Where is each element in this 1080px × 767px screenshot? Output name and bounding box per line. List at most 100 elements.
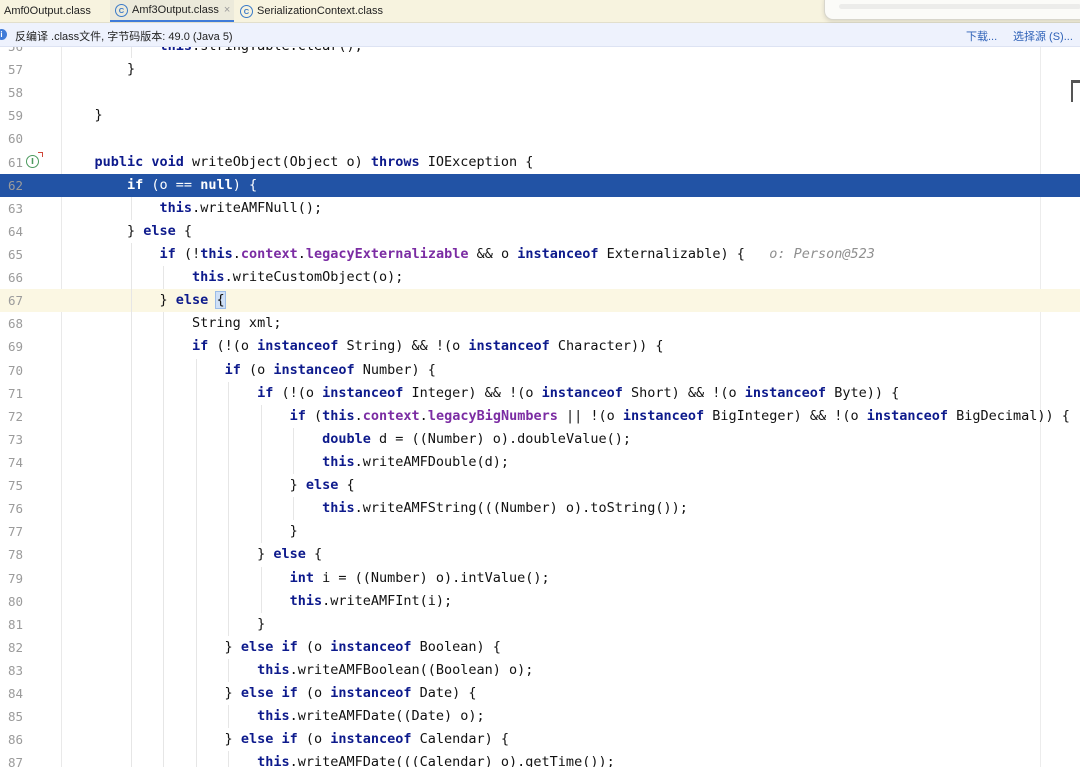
keyword-token: else if bbox=[240, 685, 298, 702]
editor-tab-bar: Amf0Output.class C Amf3Output.class × C … bbox=[0, 0, 1080, 23]
keyword-token: instanceof bbox=[468, 338, 550, 355]
code-line[interactable]: 75 } else { bbox=[0, 474, 1080, 498]
code-line[interactable]: 59 } bbox=[0, 104, 1080, 127]
line-number: 83 bbox=[7, 662, 23, 678]
code-text: String xml; bbox=[62, 312, 281, 335]
code-token: Byte)) { bbox=[826, 384, 900, 401]
code-line[interactable]: 66 this.writeCustomObject(o); bbox=[0, 266, 1080, 290]
code-line[interactable]: 70 if (o instanceof Number) { bbox=[0, 358, 1080, 382]
tab-serializationcontext[interactable]: C SerializationContext.class bbox=[236, 0, 396, 22]
code-line[interactable]: 76 this.writeAMFString(((Number) o).toSt… bbox=[0, 497, 1080, 521]
keyword-token: throws bbox=[370, 153, 420, 170]
code-token: || !(o bbox=[557, 407, 623, 424]
line-number: 64 bbox=[7, 223, 23, 239]
code-token: BigDecimal)) { bbox=[948, 407, 1070, 424]
code-line[interactable]: 63 this.writeAMFNull(); bbox=[0, 196, 1080, 220]
implements-method-icon[interactable]: I bbox=[26, 151, 43, 168]
code-line[interactable]: 86 } else if (o instanceof Calendar) { bbox=[0, 728, 1080, 752]
code-text: } bbox=[62, 104, 103, 127]
line-number: 60 bbox=[7, 131, 23, 147]
code-token: Boolean) { bbox=[411, 638, 501, 655]
keyword-token: this bbox=[159, 199, 193, 216]
code-token: { bbox=[175, 222, 193, 239]
code-token: Number) { bbox=[354, 361, 436, 378]
tab-label: Amf0Output.class bbox=[4, 5, 91, 17]
code-editor[interactable]: 56 this.stringTable.clear();57 }5859 } 60… bbox=[0, 47, 1080, 767]
code-line[interactable]: 57 } bbox=[0, 58, 1080, 81]
keyword-token: instanceof bbox=[622, 407, 705, 424]
keyword-token: this bbox=[322, 500, 355, 517]
code-token: d = ((Number) o).doubleValue(); bbox=[370, 430, 631, 447]
code-token: } bbox=[62, 61, 136, 78]
class-icon: C bbox=[115, 3, 128, 17]
line-number: 56 bbox=[0, 47, 23, 58]
code-text: this.writeCustomObject(o); bbox=[62, 266, 403, 289]
code-line[interactable]: 64 } else { bbox=[0, 220, 1080, 243]
code-line[interactable]: 74 this.writeAMFDouble(d); bbox=[0, 450, 1080, 475]
code-line[interactable]: 78 } else { bbox=[0, 543, 1080, 567]
close-icon[interactable]: × bbox=[224, 4, 230, 16]
code-token: } bbox=[62, 685, 241, 702]
code-line[interactable]: 87 this.writeAMFDate(((Calendar) o).getT… bbox=[0, 751, 1080, 767]
code-line[interactable]: 68 String xml; bbox=[0, 312, 1080, 336]
download-link[interactable]: 下载... bbox=[966, 28, 997, 44]
code-line[interactable]: 82 } else if (o instanceof Boolean) { bbox=[0, 635, 1080, 659]
tab-label: Amf3Output.class bbox=[132, 4, 219, 16]
keyword-token: instanceof bbox=[866, 407, 949, 424]
code-line[interactable]: 65 if (!this.context.legacyExternalizabl… bbox=[0, 242, 1080, 267]
code-token: .writeAMFDouble(d); bbox=[354, 453, 510, 470]
line-number: 73 bbox=[7, 431, 23, 447]
code-line[interactable]: 81 } bbox=[0, 612, 1080, 636]
code-line[interactable]: 58 bbox=[0, 81, 1080, 104]
choose-source-link[interactable]: 选择源 (S)... bbox=[1013, 28, 1073, 44]
code-line[interactable]: 56 this.stringTable.clear(); bbox=[0, 47, 1080, 59]
keyword-token: this bbox=[192, 269, 225, 286]
tab-amf0output[interactable]: Amf0Output.class bbox=[0, 0, 104, 22]
line-number: 67 bbox=[7, 293, 23, 309]
code-line[interactable]: 85 this.writeAMFDate((Date) o); bbox=[0, 705, 1080, 729]
code-line[interactable]: 71 if (!(o instanceof Integer) && !(o in… bbox=[0, 381, 1080, 405]
line-number: 68 bbox=[7, 316, 23, 332]
code-token: } bbox=[62, 477, 306, 494]
code-token: . bbox=[232, 245, 241, 262]
code-token: BigInteger) && !(o bbox=[704, 407, 867, 424]
code-text: } else if (o instanceof Calendar) { bbox=[62, 728, 510, 751]
code-line[interactable]: 83 this.writeAMFBoolean((Boolean) o); bbox=[0, 658, 1080, 683]
field-token: legacyExternalizable bbox=[305, 245, 469, 262]
keyword-token: else if bbox=[240, 731, 298, 748]
code-line[interactable]: 77 } bbox=[0, 520, 1080, 544]
code-line[interactable]: 84 } else if (o instanceof Date) { bbox=[0, 682, 1080, 706]
code-line[interactable]: 69 if (!(o instanceof String) && !(o ins… bbox=[0, 335, 1080, 359]
line-number: 84 bbox=[7, 686, 23, 702]
code-line[interactable]: 72 if (this.context.legacyBigNumbers || … bbox=[0, 404, 1080, 428]
class-icon: C bbox=[240, 4, 253, 18]
code-token: && o bbox=[468, 245, 518, 262]
code-line[interactable]: 67 } else { bbox=[0, 289, 1080, 313]
code-line[interactable]: 60 bbox=[0, 127, 1080, 150]
code-line[interactable]: 61 I public void writeObject(Object o) th… bbox=[0, 151, 1080, 174]
cursor-icon bbox=[1071, 80, 1080, 102]
code-line[interactable]: 79 int i = ((Number) o).intValue(); bbox=[0, 566, 1080, 590]
code-line[interactable]: 80 this.writeAMFInt(i); bbox=[0, 589, 1080, 613]
code-line[interactable]: 62 if (o == null) { bbox=[0, 173, 1080, 197]
tab-amf3output[interactable]: C Amf3Output.class × bbox=[110, 0, 234, 22]
code-text: this.writeAMFNull(); bbox=[62, 197, 323, 220]
code-token: } bbox=[62, 292, 176, 309]
code-token: (! bbox=[175, 245, 201, 262]
line-number: 78 bbox=[7, 547, 23, 563]
code-token: .writeAMFNull(); bbox=[192, 199, 323, 216]
code-text: this.writeAMFDate(((Calendar) o).getTime… bbox=[62, 751, 615, 767]
code-token: Externalizable) { bbox=[598, 245, 770, 262]
code-line[interactable]: 73 double d = ((Number) o).doubleValue()… bbox=[0, 427, 1080, 451]
code-text: this.stringTable.clear(); bbox=[62, 47, 363, 58]
code-token: String xml; bbox=[62, 315, 282, 332]
code-token: (o bbox=[240, 361, 274, 378]
keyword-token: if bbox=[224, 361, 241, 378]
keyword-token: instanceof bbox=[330, 638, 412, 655]
info-icon: i bbox=[0, 29, 7, 40]
